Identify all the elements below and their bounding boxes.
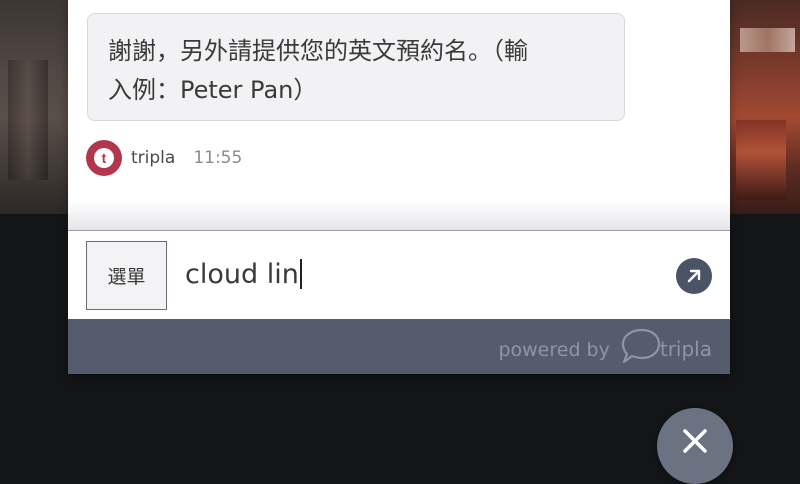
brand-name: tripla: [659, 337, 712, 361]
widget-footer: powered by tripla: [68, 319, 730, 374]
message-timestamp: 11:55: [193, 148, 243, 168]
bot-message-bubble: 謝謝，另外請提供您的英文預約名。（輸 入例：Peter Pan）: [87, 13, 625, 121]
tripla-brand-logo: tripla: [620, 327, 712, 365]
chat-input-bar: 選單 cloud lin: [68, 230, 730, 319]
menu-button[interactable]: 選單: [86, 241, 167, 310]
send-button[interactable]: [676, 258, 712, 294]
message-list[interactable]: 謝謝，另外請提供您的英文預約名。（輸 入例：Peter Pan） t tripl…: [68, 0, 730, 230]
message-input[interactable]: cloud lin: [177, 257, 685, 291]
message-text-line-2: 入例：Peter Pan）: [108, 76, 318, 104]
close-chat-button[interactable]: [657, 408, 733, 484]
powered-by[interactable]: powered by tripla: [498, 327, 712, 365]
tripla-avatar: t: [86, 140, 122, 176]
message-input-value: cloud lin: [185, 258, 299, 290]
tripla-logo-icon: t: [94, 148, 114, 168]
arrow-up-right-icon: [687, 269, 701, 283]
speech-bubble-icon: [621, 328, 660, 364]
background-photo-right: [730, 0, 800, 214]
background-photo-left: [0, 0, 68, 214]
message-meta: t tripla 11:55: [86, 140, 242, 176]
chat-widget: 謝謝，另外請提供您的英文預約名。（輸 入例：Peter Pan） t tripl…: [68, 0, 730, 374]
text-caret: [299, 259, 302, 289]
powered-by-text: powered by: [498, 339, 610, 361]
sender-name: tripla: [131, 148, 176, 168]
message-text-line-1: 謝謝，另外請提供您的英文預約名。（輸: [108, 37, 528, 65]
